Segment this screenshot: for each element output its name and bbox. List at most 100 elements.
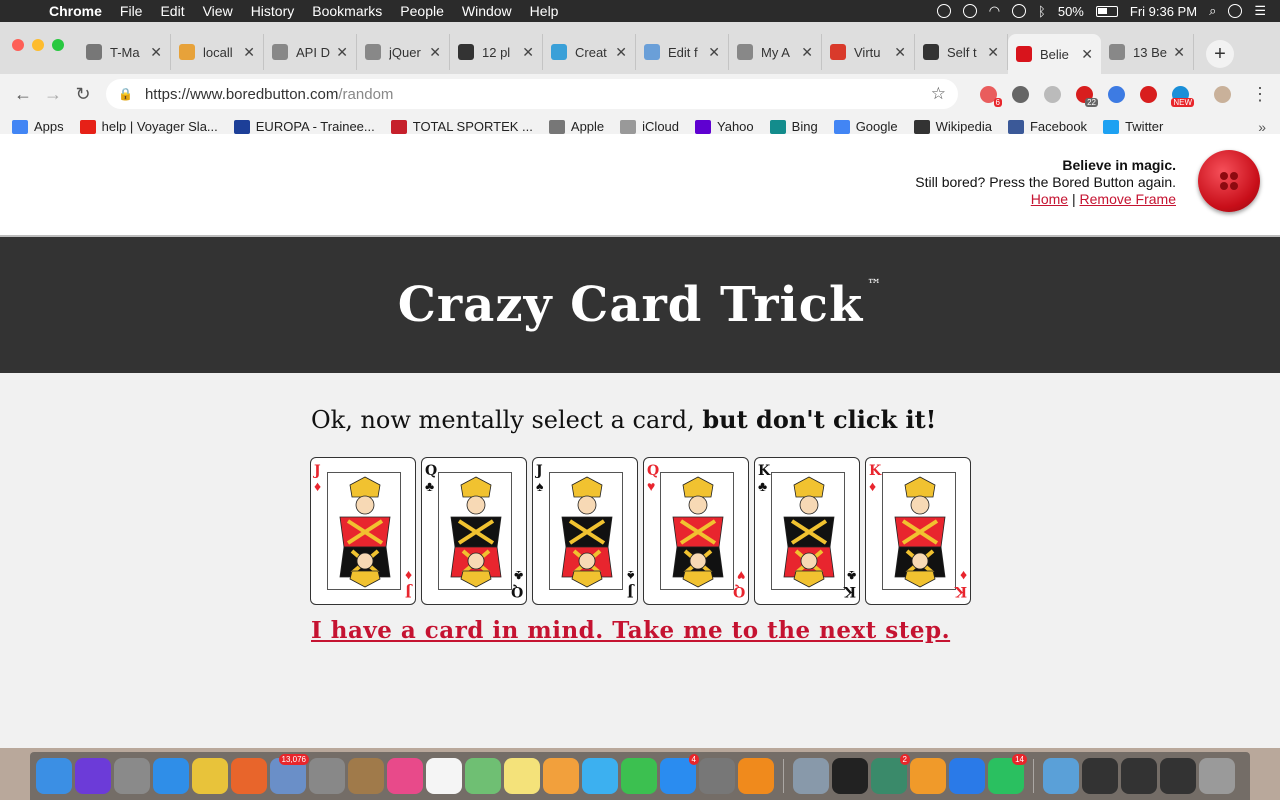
window-2-icon[interactable] — [1121, 758, 1157, 794]
menu-help[interactable]: Help — [521, 3, 568, 19]
address-bar[interactable]: 🔒 https://www.boredbutton.com/random ☆ — [106, 79, 958, 109]
bookmark-item[interactable]: Wikipedia — [913, 119, 992, 134]
extension-icon[interactable] — [1132, 79, 1164, 109]
home-link[interactable]: Home — [1031, 191, 1068, 207]
new-tab-button[interactable]: + — [1206, 40, 1234, 68]
bookmark-item[interactable]: Twitter — [1103, 119, 1163, 134]
browser-tab[interactable]: 12 pl ✕ — [450, 34, 543, 70]
chrome-icon[interactable] — [192, 758, 228, 794]
spotlight-search-icon[interactable]: ⌕ — [1209, 3, 1216, 19]
bookmark-item[interactable]: EUROPA - Trainee... — [233, 119, 375, 134]
tab-close-icon[interactable]: ✕ — [615, 44, 627, 61]
notes-icon[interactable] — [504, 758, 540, 794]
siri-icon[interactable] — [1228, 4, 1243, 18]
menu-people[interactable]: People — [391, 3, 453, 19]
reload-icon[interactable]: ↻ — [68, 79, 98, 109]
extension-icon[interactable]: 6 — [972, 79, 1004, 109]
menu-app-name[interactable]: Chrome — [40, 3, 111, 19]
profile-avatar[interactable] — [1206, 79, 1238, 109]
utility-icon[interactable] — [793, 758, 829, 794]
itunes-icon[interactable] — [387, 758, 423, 794]
tab-close-icon[interactable]: ✕ — [801, 44, 813, 61]
trash-icon[interactable] — [1199, 758, 1235, 794]
extension-icon[interactable]: 22 — [1068, 79, 1100, 109]
firefox-icon[interactable] — [231, 758, 267, 794]
siri-icon[interactable] — [75, 758, 111, 794]
menu-bookmarks[interactable]: Bookmarks — [303, 3, 391, 19]
bookmark-item[interactable]: Yahoo — [695, 119, 754, 134]
browser-tab[interactable]: jQuer ✕ — [357, 34, 450, 70]
mail-preview-icon[interactable]: 13,076 — [270, 754, 309, 794]
battery-percent[interactable]: 50% — [1058, 4, 1084, 19]
browser-tab[interactable]: My A ✕ — [729, 34, 822, 70]
menu-edit[interactable]: Edit — [151, 3, 193, 19]
safari-icon[interactable] — [153, 758, 189, 794]
tab-close-icon[interactable]: ✕ — [150, 44, 162, 61]
window-1-icon[interactable] — [1082, 758, 1118, 794]
bookmark-item[interactable]: Bing — [769, 119, 818, 134]
browser-tab[interactable]: Self t ✕ — [915, 34, 1008, 70]
close-window-button[interactable] — [12, 39, 24, 51]
browser-tab[interactable]: Edit f ✕ — [636, 34, 729, 70]
tab-close-icon[interactable]: ✕ — [522, 44, 534, 61]
forward-arrow-icon[interactable]: → — [38, 79, 68, 109]
status-icon-1[interactable] — [936, 4, 951, 18]
bored-button[interactable] — [1198, 150, 1260, 212]
bookmark-item[interactable]: help | Voyager Sla... — [79, 119, 218, 134]
bookmark-item[interactable]: iCloud — [620, 119, 679, 134]
notes-brown-icon[interactable] — [348, 758, 384, 794]
battery-icon[interactable] — [1095, 5, 1118, 17]
minimize-window-button[interactable] — [32, 39, 44, 51]
menu-file[interactable]: File — [111, 3, 152, 19]
vlc-icon[interactable] — [738, 758, 774, 794]
sublime-icon[interactable] — [910, 758, 946, 794]
wifi-icon[interactable]: ◠ — [989, 3, 1000, 19]
menu-window[interactable]: Window — [453, 3, 521, 19]
browser-tab[interactable]: API D ✕ — [264, 34, 357, 70]
status-icon-2[interactable] — [962, 4, 977, 18]
browser-tab[interactable]: locall ✕ — [171, 34, 264, 70]
extension-icon[interactable]: NEW — [1164, 79, 1196, 109]
browser-tab[interactable]: T-Ma ✕ — [78, 34, 171, 70]
next-step-link[interactable]: I have a card in mind. Take me to the ne… — [311, 617, 950, 644]
extension-icon[interactable] — [1100, 79, 1132, 109]
app-store-icon[interactable]: 4 — [660, 754, 699, 794]
tab-close-icon[interactable]: ✕ — [708, 44, 720, 61]
tab-close-icon[interactable]: ✕ — [894, 44, 906, 61]
bookmark-star-icon[interactable]: ☆ — [931, 84, 946, 104]
tab-close-icon[interactable]: ✕ — [429, 44, 441, 61]
photos-icon[interactable] — [543, 758, 579, 794]
tab-close-icon[interactable]: ✕ — [336, 44, 348, 61]
extension-icon[interactable] — [1004, 79, 1036, 109]
finder-icon[interactable] — [36, 758, 72, 794]
chrome-menu-icon[interactable]: ⋮ — [1248, 84, 1272, 105]
menu-history[interactable]: History — [242, 3, 304, 19]
browser-tab[interactable]: Creat ✕ — [543, 34, 636, 70]
remove-frame-link[interactable]: Remove Frame — [1080, 191, 1176, 207]
tab-close-icon[interactable]: ✕ — [243, 44, 255, 61]
folder-icon[interactable] — [1043, 758, 1079, 794]
tab-close-icon[interactable]: ✕ — [987, 44, 999, 61]
tab-close-icon[interactable]: ✕ — [1173, 44, 1185, 61]
whatsapp-icon[interactable]: 14 — [988, 754, 1027, 794]
back-arrow-icon[interactable]: ← — [8, 79, 38, 109]
bookmark-item[interactable]: Facebook — [1007, 119, 1087, 134]
window-3-icon[interactable] — [1160, 758, 1196, 794]
terminal-icon[interactable] — [832, 758, 868, 794]
launchpad-icon[interactable] — [114, 758, 150, 794]
bookmark-item[interactable]: TOTAL SPORTEK ... — [390, 119, 533, 134]
menu-view[interactable]: View — [194, 3, 242, 19]
slack-icon[interactable]: 2 — [871, 754, 910, 794]
calendar-icon[interactable] — [426, 758, 462, 794]
system-preferences-icon[interactable] — [699, 758, 735, 794]
bookmark-item[interactable]: Apps — [12, 119, 64, 134]
extension-icon[interactable] — [1036, 79, 1068, 109]
bookmarks-overflow-icon[interactable]: » — [1258, 119, 1266, 135]
bluetooth-icon[interactable]: ᛒ — [1038, 4, 1046, 19]
browser-tab-active[interactable]: Belie ✕ — [1008, 34, 1101, 74]
bookmark-item[interactable]: Google — [833, 119, 898, 134]
bookmark-item[interactable]: Apple — [548, 119, 604, 134]
time-machine-icon[interactable] — [1012, 4, 1027, 18]
messages-icon[interactable] — [582, 758, 618, 794]
browser-tab[interactable]: Virtu ✕ — [822, 34, 915, 70]
